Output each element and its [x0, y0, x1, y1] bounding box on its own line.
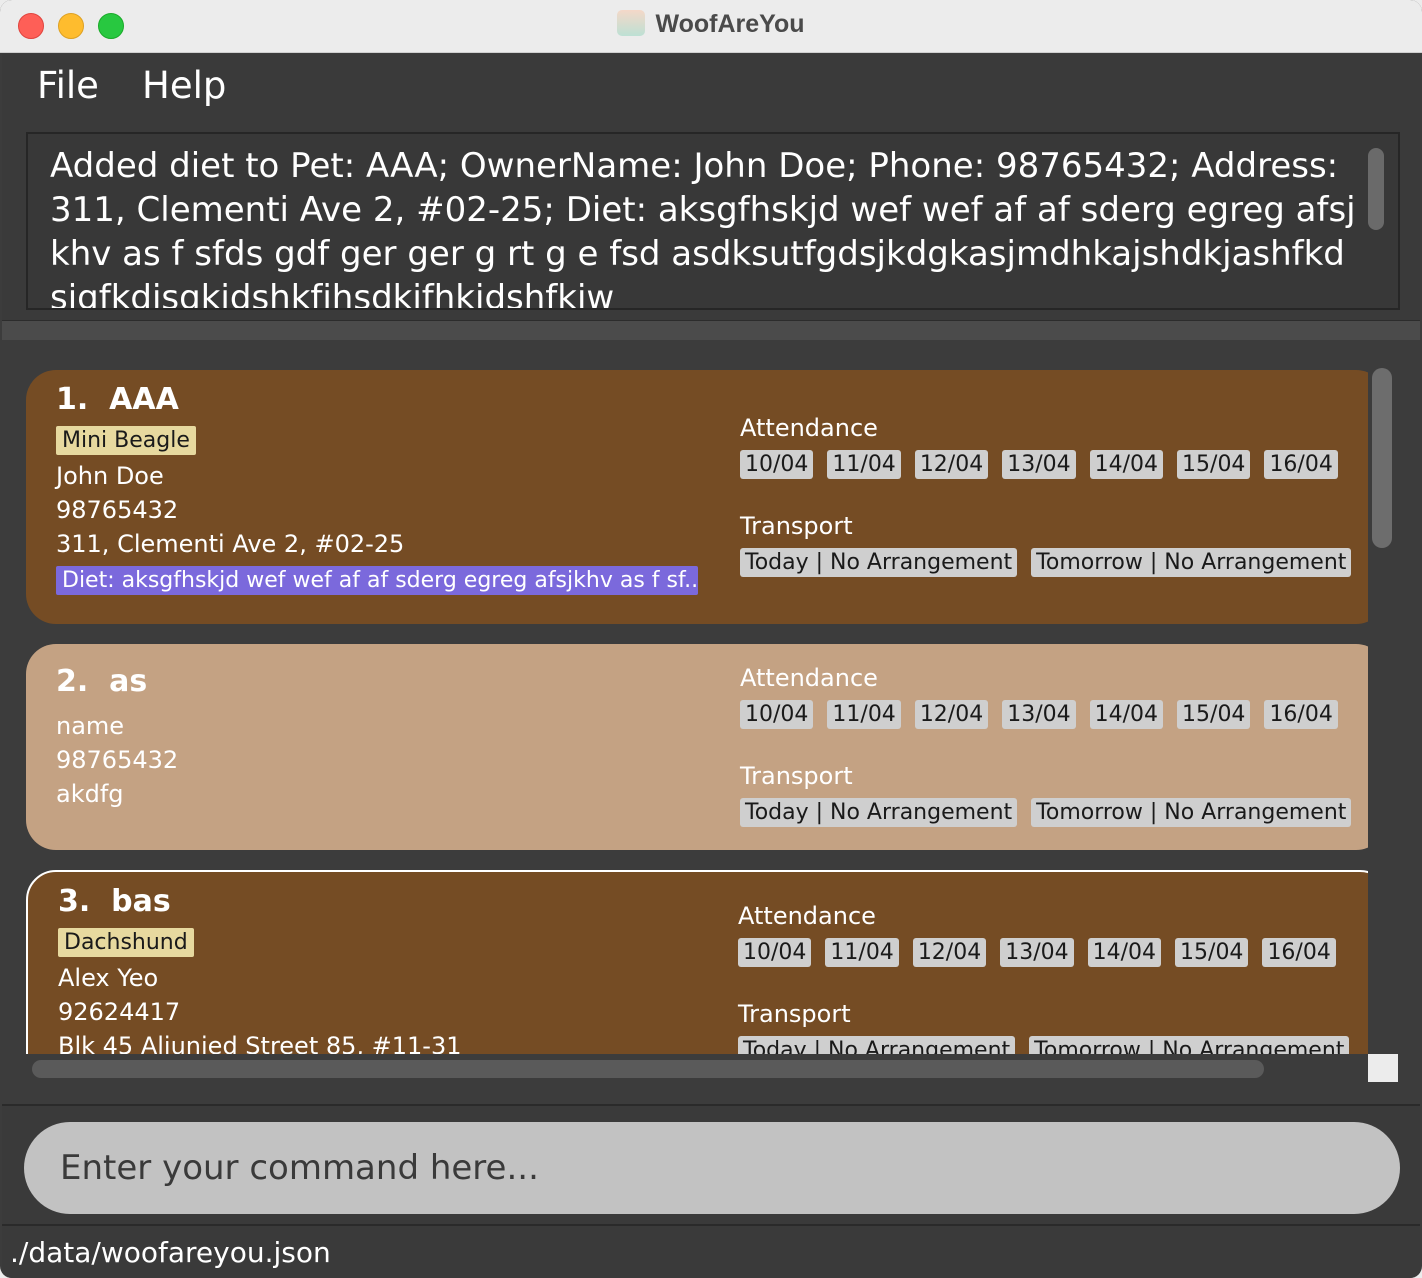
phone-number: 98765432	[56, 746, 179, 774]
owner-name: Alex Yeo	[58, 964, 159, 992]
attendance-date: 10/04	[738, 938, 812, 967]
attendance-date: 10/04	[740, 700, 814, 729]
attendance-date: 10/04	[740, 450, 814, 479]
address: 311, Clementi Ave 2, #02-25	[56, 530, 405, 558]
breed-tag: Mini Beagle	[56, 426, 196, 455]
app-window: WoofAreYou File Help Added diet to Pet: …	[0, 0, 1422, 1278]
address: Blk 45 Aljunied Street 85, #11-31	[58, 1032, 462, 1054]
attendance-date: 13/04	[1002, 700, 1076, 729]
attendance-date: 14/04	[1089, 700, 1164, 729]
pet-card-selected[interactable]: 3. bas Dachshund Alex Yeo 92624417 Blk 4…	[26, 870, 1368, 1054]
pet-list-vertical-scrollbar[interactable]	[1372, 368, 1392, 548]
attendance-dates: 10/04 11/04 12/04 13/04 14/04 15/04 16/0…	[738, 938, 1336, 967]
attendance-date: 16/04	[1264, 700, 1338, 729]
attendance-date: 11/04	[825, 938, 899, 967]
transport-arrangements: Today | No Arrangement Tomorrow | No Arr…	[740, 798, 1352, 827]
attendance-date: 13/04	[1000, 938, 1074, 967]
transport-label: Transport	[740, 762, 853, 790]
transport-today: Today | No Arrangement	[738, 1036, 1016, 1054]
scrollbar-corner	[1368, 1054, 1398, 1082]
pet-name: 3. bas	[58, 884, 171, 919]
attendance-date: 16/04	[1262, 938, 1336, 967]
command-box-panel	[2, 1104, 1420, 1226]
attendance-date: 16/04	[1264, 450, 1338, 479]
breed-tag: Dachshund	[58, 928, 194, 957]
split-pane-divider[interactable]	[2, 320, 1420, 342]
command-input[interactable]	[24, 1122, 1400, 1214]
attendance-dates: 10/04 11/04 12/04 13/04 14/04 15/04 16/0…	[740, 450, 1338, 479]
transport-today: Today | No Arrangement	[740, 548, 1018, 577]
result-display-panel: Added diet to Pet: AAA; OwnerName: John …	[2, 122, 1420, 320]
pet-list-horizontal-scrollbar[interactable]	[32, 1060, 1264, 1078]
attendance-date: 15/04	[1177, 700, 1251, 729]
owner-name: John Doe	[56, 462, 164, 490]
transport-label: Transport	[738, 1000, 851, 1028]
attendance-dates: 10/04 11/04 12/04 13/04 14/04 15/04 16/0…	[740, 700, 1338, 729]
result-scrollbar[interactable]	[1368, 148, 1384, 230]
app-logo-icon	[617, 10, 646, 36]
transport-arrangements: Today | No Arrangement Tomorrow | No Arr…	[738, 1036, 1350, 1054]
owner-name: name	[56, 712, 125, 740]
attendance-date: 12/04	[914, 700, 989, 729]
result-display[interactable]: Added diet to Pet: AAA; OwnerName: John …	[26, 132, 1400, 310]
result-message: Added diet to Pet: AAA; OwnerName: John …	[50, 146, 1356, 310]
attendance-label: Attendance	[738, 902, 876, 930]
attendance-date: 12/04	[912, 938, 987, 967]
phone-number: 98765432	[56, 496, 179, 524]
transport-label: Transport	[740, 512, 853, 540]
attendance-date: 14/04	[1089, 450, 1164, 479]
transport-tomorrow: Tomorrow | No Arrangement	[1029, 1036, 1350, 1054]
menu-help[interactable]: Help	[142, 64, 226, 107]
pet-card[interactable]: 1. AAA Mini Beagle John Doe 98765432 311…	[26, 370, 1368, 624]
save-file-path: ./data/woofareyou.json	[10, 1236, 331, 1269]
attendance-date: 14/04	[1087, 938, 1162, 967]
attendance-date: 15/04	[1175, 938, 1249, 967]
attendance-date: 12/04	[914, 450, 989, 479]
pet-list: 1. AAA Mini Beagle John Doe 98765432 311…	[2, 340, 1368, 1054]
attendance-date: 15/04	[1177, 450, 1251, 479]
pet-card[interactable]: 2. as name 98765432 akdfg Attendance 10/…	[26, 644, 1368, 850]
attendance-date: 13/04	[1002, 450, 1076, 479]
transport-today: Today | No Arrangement	[740, 798, 1018, 827]
status-bar: ./data/woofareyou.json	[2, 1224, 1420, 1278]
transport-tomorrow: Tomorrow | No Arrangement	[1031, 548, 1352, 577]
transport-arrangements: Today | No Arrangement Tomorrow | No Arr…	[740, 548, 1352, 577]
window-title: WoofAreYou	[0, 10, 1422, 39]
phone-number: 92624417	[58, 998, 181, 1026]
attendance-date: 11/04	[827, 450, 901, 479]
pet-name: 2. as	[56, 664, 148, 699]
attendance-date: 11/04	[827, 700, 901, 729]
transport-tomorrow: Tomorrow | No Arrangement	[1031, 798, 1352, 827]
attendance-label: Attendance	[740, 664, 878, 692]
menu-bar: File Help	[2, 54, 1420, 122]
menu-file[interactable]: File	[37, 64, 99, 107]
attendance-label: Attendance	[740, 414, 878, 442]
address: akdfg	[56, 780, 124, 808]
diet-tag: Diet: aksgfhskjd wef wef af af sderg egr…	[56, 566, 698, 595]
pet-list-panel: 1. AAA Mini Beagle John Doe 98765432 311…	[2, 340, 1420, 1104]
pet-name: 1. AAA	[56, 382, 179, 417]
title-bar: WoofAreYou	[0, 0, 1422, 53]
